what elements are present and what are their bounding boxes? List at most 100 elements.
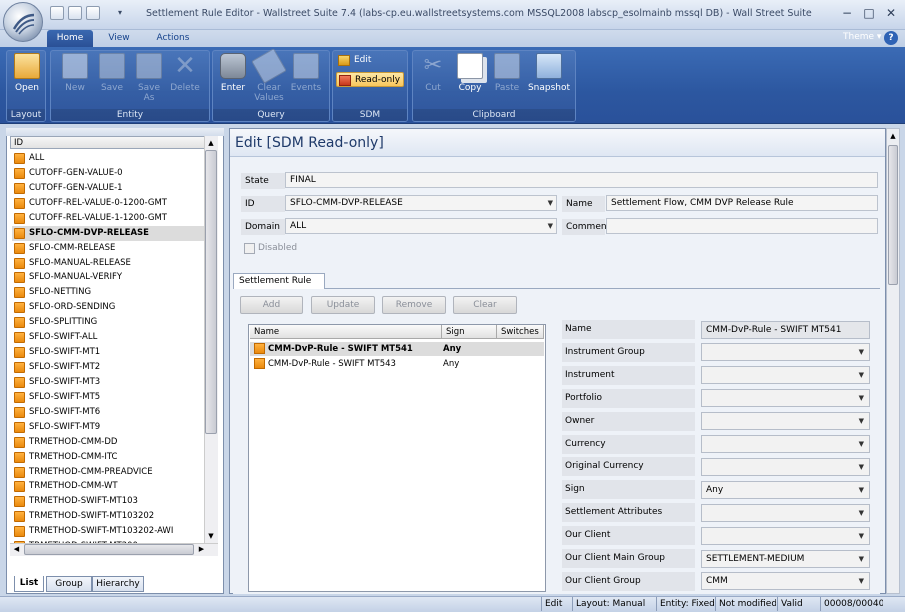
horizontal-scroll-thumb[interactable]	[24, 544, 194, 555]
scroll-left-arrow-icon[interactable]: ◀	[11, 544, 22, 555]
update-button[interactable]: Update	[311, 296, 375, 314]
state-field[interactable]: FINAL	[285, 172, 878, 188]
quick-save-icon[interactable]	[86, 6, 100, 20]
property-select[interactable]: CMM ▼	[701, 572, 870, 591]
application-menu-orb[interactable]	[3, 2, 43, 42]
disabled-checkbox[interactable]	[244, 243, 255, 254]
tab-group[interactable]: Group	[46, 576, 92, 592]
scroll-up-arrow-icon[interactable]: ▲	[205, 137, 217, 149]
list-item[interactable]: SFLO-CMM-RELEASE	[12, 241, 204, 256]
property-select[interactable]: ▼	[701, 412, 870, 431]
list-item[interactable]: TRMETHOD-SWIFT-MT103	[12, 494, 204, 509]
list-item[interactable]: SFLO-SWIFT-MT3	[12, 375, 204, 390]
table-row[interactable]: CMM-DvP-Rule - SWIFT MT541 Any	[250, 342, 544, 356]
id-select[interactable]: SFLO-CMM-DVP-RELEASE ▼	[285, 195, 557, 211]
table-row[interactable]: CMM-DvP-Rule - SWIFT MT543 Any	[250, 357, 544, 371]
list-item[interactable]: SFLO-SWIFT-MT2	[12, 360, 204, 375]
quick-open-icon[interactable]	[68, 6, 82, 20]
read-only-button[interactable]: Read-only	[336, 72, 404, 87]
tab-actions[interactable]: Actions	[148, 30, 198, 47]
list-item[interactable]: CUTOFF-REL-VALUE-1-1200-GMT	[12, 211, 204, 226]
maximize-button[interactable]: □	[860, 6, 878, 20]
property-select[interactable]: ▼	[701, 343, 870, 362]
remove-button[interactable]: Remove	[382, 296, 446, 314]
property-select[interactable]: ▼	[701, 366, 870, 385]
name-field[interactable]: Settlement Flow, CMM DVP Release Rule	[606, 195, 878, 211]
read-only-icon	[339, 75, 351, 86]
scroll-down-arrow-icon[interactable]: ▼	[205, 530, 217, 542]
row-sign: Any	[443, 344, 462, 354]
theme-menu[interactable]: Theme ▾	[843, 32, 881, 42]
list-item[interactable]: CUTOFF-GEN-VALUE-0	[12, 166, 204, 181]
open-button[interactable]: Open	[10, 53, 44, 111]
clear-values-button[interactable]: Clear Values	[251, 48, 287, 111]
domain-select[interactable]: ALL ▼	[285, 218, 557, 234]
help-icon[interactable]: ?	[884, 31, 898, 45]
close-button[interactable]: ✕	[882, 6, 900, 20]
property-select[interactable]: ▼	[701, 457, 870, 476]
list-item[interactable]: SFLO-SWIFT-MT5	[12, 390, 204, 405]
property-select[interactable]: ▼	[701, 503, 870, 522]
list-item[interactable]: TRMETHOD-CMM-PREADVICE	[12, 465, 204, 480]
chevron-down-icon: ▼	[858, 348, 864, 357]
list-item[interactable]: TRMETHOD-CMM-ITC	[12, 450, 204, 465]
minimize-button[interactable]: −	[838, 6, 856, 20]
save-as-button[interactable]: Save As	[132, 53, 166, 111]
snapshot-label: Snapshot	[527, 83, 571, 93]
grid-header-sign[interactable]: Sign	[442, 325, 497, 339]
paste-button[interactable]: Paste	[490, 53, 524, 111]
delete-button[interactable]: ✕ Delete	[168, 53, 202, 111]
list-item[interactable]: SFLO-SWIFT-MT9	[12, 420, 204, 435]
tab-home[interactable]: Home	[47, 30, 93, 47]
clear-button[interactable]: Clear	[453, 296, 517, 314]
quick-new-icon[interactable]	[50, 6, 64, 20]
quick-access-dropdown-icon[interactable]: ▾	[118, 8, 122, 17]
property-select[interactable]: Any ▼	[701, 480, 870, 499]
list-item[interactable]: TRMETHOD-SWIFT-MT103202	[12, 509, 204, 524]
list-item[interactable]: SFLO-SWIFT-MT6	[12, 405, 204, 420]
property-field[interactable]: CMM-DvP-Rule - SWIFT MT541	[701, 320, 870, 339]
tab-hierarchy[interactable]: Hierarchy	[92, 576, 144, 592]
comment-field[interactable]	[606, 218, 878, 234]
list-item[interactable]: SFLO-NETTING	[12, 285, 204, 300]
rule-entity-icon	[14, 167, 25, 179]
snapshot-button[interactable]: Snapshot	[526, 53, 572, 111]
edit-button[interactable]: Edit	[336, 53, 386, 68]
property-select[interactable]: ▼	[701, 389, 870, 408]
list-item[interactable]: SFLO-SWIFT-ALL	[12, 330, 204, 345]
grid-header-switches[interactable]: Switches	[497, 325, 544, 339]
list-item[interactable]: SFLO-ORD-SENDING	[12, 300, 204, 315]
new-button[interactable]: New	[58, 53, 92, 111]
list-item[interactable]: CUTOFF-REL-VALUE-0-1200-GMT	[12, 196, 204, 211]
add-button[interactable]: Add	[240, 296, 303, 314]
scroll-right-arrow-icon[interactable]: ▶	[196, 544, 207, 555]
enter-button[interactable]: Enter	[216, 53, 250, 111]
list-item[interactable]: SFLO-CMM-DVP-RELEASE	[12, 225, 204, 241]
list-item[interactable]: CUTOFF-GEN-VALUE-1	[12, 181, 204, 196]
list-item[interactable]: SFLO-MANUAL-VERIFY	[12, 270, 204, 285]
grid-header-name[interactable]: Name	[250, 325, 442, 339]
column-header-id[interactable]: ID	[10, 136, 205, 149]
editor-scroll-up-arrow-icon[interactable]: ▲	[888, 131, 898, 141]
tab-list[interactable]: List	[14, 576, 44, 592]
list-item[interactable]: TRMETHOD-SWIFT-MT103202-AWI	[12, 524, 204, 539]
save-button[interactable]: Save	[95, 53, 129, 111]
tab-view[interactable]: View	[100, 30, 138, 47]
list-item[interactable]: SFLO-SWIFT-MT1	[12, 345, 204, 360]
list-item[interactable]: TRMETHOD-CMM-DD	[12, 435, 204, 450]
property-value: Any	[706, 484, 724, 495]
vertical-scroll-thumb[interactable]	[205, 150, 217, 434]
events-button[interactable]: Events	[289, 53, 323, 111]
cut-button[interactable]: ✂ Cut	[416, 53, 450, 111]
copy-button[interactable]: Copy	[453, 53, 487, 111]
list-item[interactable]: ALL	[12, 151, 204, 166]
property-select[interactable]: SETTLEMENT-MEDIUM ▼	[701, 549, 870, 568]
tab-settlement-rule[interactable]: Settlement Rule	[233, 273, 325, 289]
editor-scroll-thumb[interactable]	[888, 145, 898, 285]
list-item-label: SFLO-ORD-SENDING	[29, 302, 116, 313]
property-select[interactable]: ▼	[701, 526, 870, 545]
list-item[interactable]: TRMETHOD-CMM-WT	[12, 479, 204, 494]
property-select[interactable]: ▼	[701, 435, 870, 453]
list-item[interactable]: SFLO-MANUAL-RELEASE	[12, 256, 204, 271]
list-item[interactable]: SFLO-SPLITTING	[12, 315, 204, 330]
